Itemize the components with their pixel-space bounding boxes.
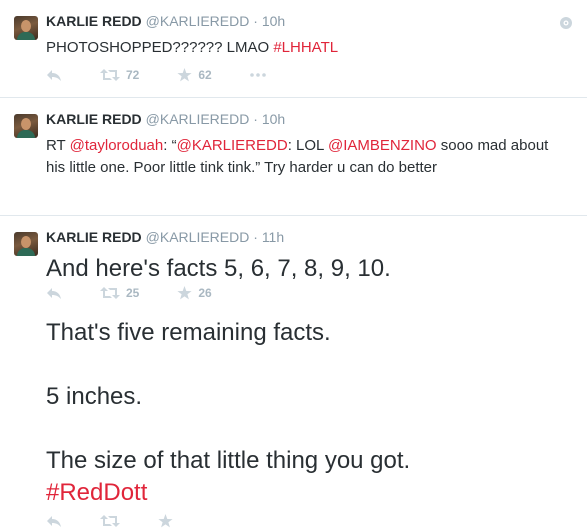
tweet-header: KARLIE REDD @KARLIEREDD · 10h — [46, 13, 285, 31]
mention-link[interactable]: @tayloroduah — [70, 137, 164, 154]
user-handle[interactable]: @KARLIEREDD — [146, 111, 250, 127]
tweet-actions: 72 62 — [46, 66, 304, 84]
retweet-button[interactable]: 72 — [100, 68, 139, 82]
rt-prefix: RT — [46, 137, 70, 154]
reply-button[interactable] — [46, 514, 62, 528]
tweet-header: KARLIE REDD @KARLIEREDD · 11h — [46, 229, 284, 247]
tweet[interactable]: KARLIE REDD @KARLIEREDD · 10h RT @tayloro… — [0, 98, 587, 300]
retweet-count: 72 — [126, 68, 140, 82]
user-name[interactable]: KARLIE REDD — [46, 13, 142, 29]
mention-link[interactable]: @IAMBENZINO — [328, 137, 437, 154]
separator: · — [253, 13, 258, 29]
tweet[interactable]: KARLIE REDD @KARLIEREDD · 10h PHOTOSHOPPE… — [0, 0, 587, 98]
mention-link[interactable]: @KARLIEREDD — [177, 137, 288, 154]
tweet-text: RT @tayloroduah: “@KARLIEREDD: LOL @IAMB… — [46, 135, 566, 179]
more-icon — [249, 73, 266, 77]
favorite-button[interactable] — [158, 514, 173, 528]
user-name[interactable]: KARLIE REDD — [46, 229, 142, 245]
user-handle[interactable]: @KARLIEREDD — [146, 229, 250, 245]
tweet-actions — [46, 512, 211, 530]
user-handle[interactable]: @KARLIEREDD — [146, 13, 250, 29]
gear-icon[interactable] — [559, 16, 573, 30]
more-button[interactable] — [249, 73, 266, 77]
tweet-line: The size of that little thing you got. — [46, 447, 411, 474]
tweet-text-body: PHOTOSHOPPED?????? LMAO — [46, 39, 274, 56]
timestamp[interactable]: 11h — [262, 229, 284, 245]
avatar[interactable] — [14, 16, 38, 40]
tweet-text: PHOTOSHOPPED?????? LMAO #LHHATL — [46, 37, 566, 59]
star-icon — [158, 514, 173, 528]
tweet-text-part: : LOL — [287, 137, 328, 154]
user-name[interactable]: KARLIE REDD — [46, 111, 142, 127]
hashtag-link[interactable]: #LHHATL — [273, 39, 338, 56]
favorite-button[interactable]: 62 — [177, 68, 212, 82]
timestamp[interactable]: 10h — [262, 13, 285, 29]
timestamp[interactable]: 10h — [262, 111, 285, 127]
retweet-icon — [100, 515, 120, 527]
star-icon — [177, 68, 192, 82]
retweet-icon — [100, 69, 120, 81]
tweet-line: That's five remaining facts. — [46, 319, 331, 346]
hashtag-link[interactable]: #RedDott — [46, 477, 576, 509]
tweet-line: And here's facts 5, 6, 7, 8, 9, 10. — [46, 255, 391, 282]
reply-icon — [47, 70, 61, 81]
separator: · — [253, 111, 258, 127]
tweet-line: 5 inches. — [46, 383, 143, 410]
separator: · — [253, 229, 258, 245]
reply-button[interactable] — [46, 68, 62, 82]
reply-icon — [47, 516, 61, 527]
tweet-text-large: And here's facts 5, 6, 7, 8, 9, 10. That… — [46, 253, 576, 509]
retweet-button[interactable] — [100, 514, 120, 528]
avatar[interactable] — [14, 232, 38, 256]
tweet-text-part: : “ — [163, 137, 177, 154]
favorite-count: 62 — [198, 68, 212, 82]
avatar[interactable] — [14, 114, 38, 138]
tweet-header: KARLIE REDD @KARLIEREDD · 10h — [46, 111, 285, 129]
